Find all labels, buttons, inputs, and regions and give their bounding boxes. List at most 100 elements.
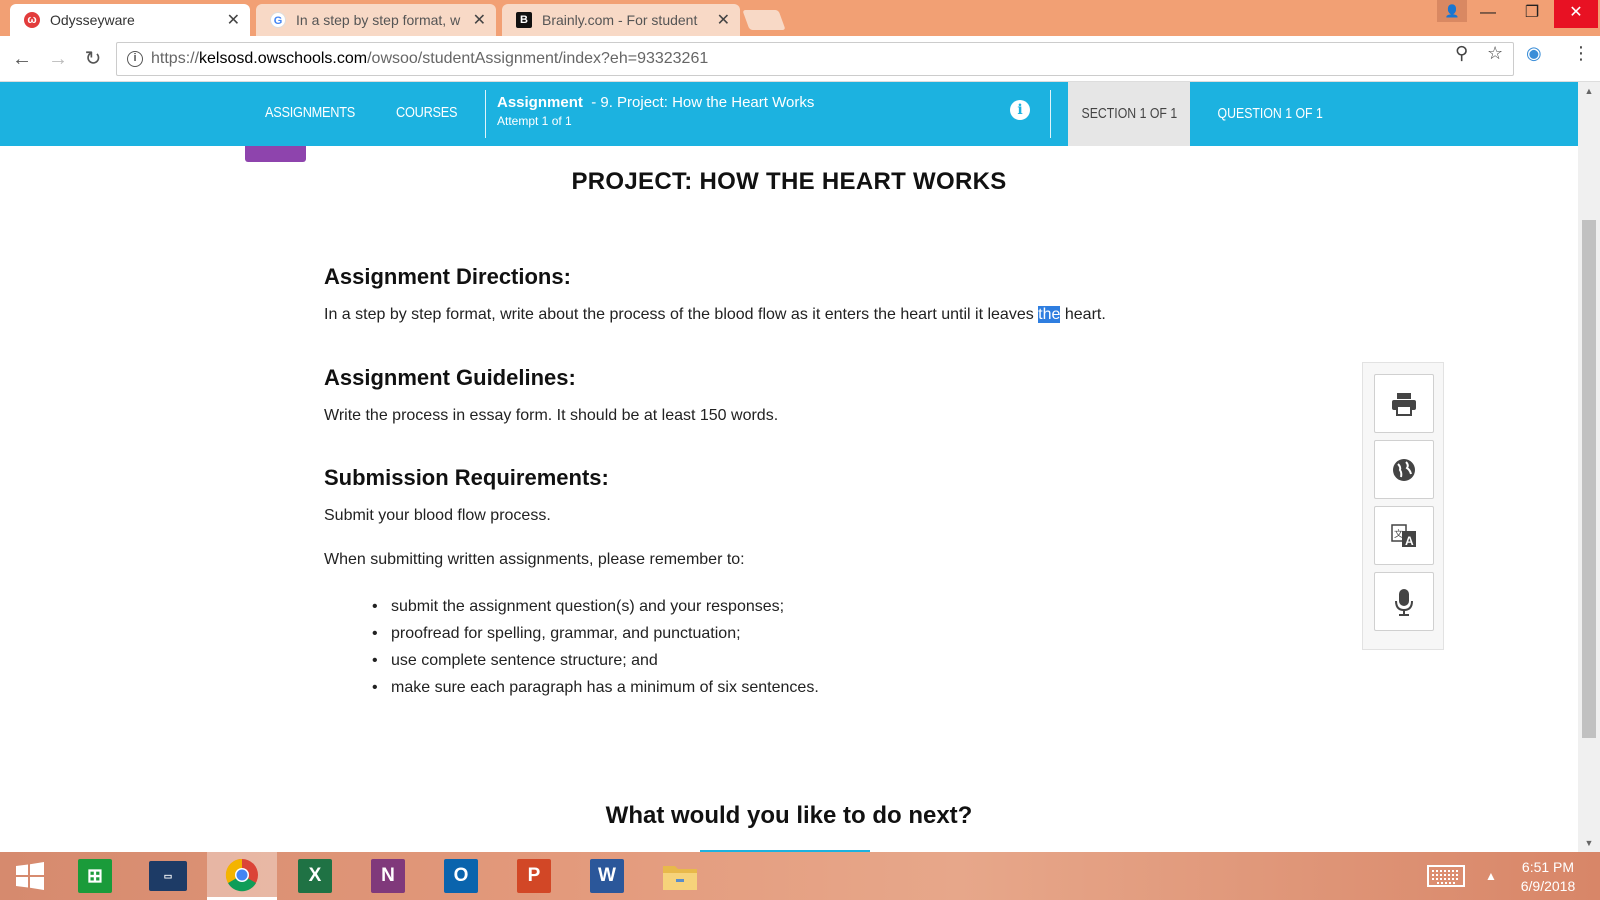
taskbar-clock[interactable]: 6:51 PM 6/9/2018 bbox=[1508, 858, 1588, 896]
guidelines-text: Write the process in essay form. It shou… bbox=[324, 407, 779, 424]
tab-title: Brainly.com - For student bbox=[542, 12, 698, 28]
translate-button[interactable]: A 文 bbox=[1374, 506, 1434, 565]
tab-brainly[interactable]: B Brainly.com - For student ✕ bbox=[502, 4, 740, 36]
assignment-title: Assignment - 9. Project: How the Heart W… bbox=[497, 94, 814, 111]
selected-text: the bbox=[1038, 306, 1061, 323]
scroll-down-icon[interactable]: ▼ bbox=[1578, 834, 1600, 852]
close-tab-icon[interactable]: ✕ bbox=[227, 10, 240, 30]
tab-title: In a step by step format, w bbox=[296, 12, 461, 28]
touch-keyboard-button[interactable] bbox=[1418, 852, 1474, 900]
url-input[interactable]: i https://kelsosd.owschools.com/owsoo/st… bbox=[116, 42, 1514, 76]
zoom-icon[interactable]: ⚲ bbox=[1455, 43, 1468, 64]
lenovo-icon: ▭ bbox=[149, 861, 187, 891]
submission-heading: Submission Requirements: bbox=[324, 465, 609, 490]
attempt-text: Attempt 1 of 1 bbox=[497, 114, 572, 128]
directions-text: In a step by step format, write about th… bbox=[324, 306, 1106, 323]
purple-tab-button[interactable] bbox=[245, 146, 306, 162]
tab-odysseyware[interactable]: ω Odysseyware ✕ bbox=[10, 4, 250, 36]
globe-button[interactable] bbox=[1374, 440, 1434, 499]
reload-icon[interactable]: ↻ bbox=[80, 46, 106, 72]
guidelines-heading: Assignment Guidelines: bbox=[324, 365, 576, 390]
scroll-up-icon[interactable]: ▲ bbox=[1578, 82, 1600, 100]
tool-panel: A 文 bbox=[1362, 362, 1444, 650]
taskbar-store[interactable]: ⊞ bbox=[60, 852, 130, 900]
restore-icon[interactable]: ❐ bbox=[1510, 0, 1554, 28]
section-indicator[interactable]: SECTION 1 OF 1 bbox=[1068, 82, 1190, 146]
bookmark-star-icon[interactable]: ☆ bbox=[1487, 43, 1503, 64]
directions-heading: Assignment Directions: bbox=[324, 264, 571, 289]
minimize-icon[interactable]: — bbox=[1466, 0, 1510, 28]
url-domain: kelsosd.owschools.com bbox=[199, 50, 368, 67]
close-tab-icon[interactable]: ✕ bbox=[473, 10, 486, 30]
nav-assignments[interactable]: ASSIGNMENTS bbox=[265, 104, 355, 121]
close-tab-icon[interactable]: ✕ bbox=[717, 10, 730, 30]
start-icon bbox=[16, 862, 44, 890]
url-path: /owsoo/studentAssignment/index?eh=933232… bbox=[367, 50, 709, 67]
assignment-content: PROJECT: HOW THE HEART WORKS Assignment … bbox=[0, 146, 1578, 852]
brainly-favicon-icon: B bbox=[516, 12, 532, 28]
tray-expand-icon[interactable]: ▲ bbox=[1474, 852, 1508, 900]
onenote-icon: N bbox=[371, 859, 405, 893]
browser-tab-strip: ω Odysseyware ✕ G In a step by step form… bbox=[0, 0, 1600, 36]
header-divider bbox=[1050, 90, 1051, 138]
excel-icon: X bbox=[298, 859, 332, 893]
taskbar-lenovo[interactable]: ▭ bbox=[133, 852, 203, 900]
microphone-button[interactable] bbox=[1374, 572, 1434, 631]
browser-menu-icon[interactable]: ⋮ bbox=[1572, 43, 1590, 64]
address-toolbar: ← → ↻ i https://kelsosd.owschools.com/ow… bbox=[0, 36, 1600, 82]
question-indicator[interactable]: QUESTION 1 OF 1 bbox=[1206, 82, 1346, 146]
taskbar-outlook[interactable]: O bbox=[426, 852, 496, 900]
extension-icon[interactable]: ◉ bbox=[1526, 43, 1542, 64]
taskbar-onenote[interactable]: N bbox=[353, 852, 423, 900]
file-explorer-icon bbox=[663, 866, 697, 890]
list-item: use complete sentence structure; and bbox=[372, 652, 819, 679]
taskbar-chrome[interactable] bbox=[207, 852, 277, 900]
clock-date: 6/9/2018 bbox=[1520, 878, 1576, 894]
taskbar-file-explorer[interactable] bbox=[645, 852, 715, 900]
microphone-icon bbox=[1395, 588, 1413, 616]
nav-courses[interactable]: COURSES bbox=[396, 104, 458, 121]
url-prefix: https:// bbox=[151, 50, 200, 67]
next-steps-heading: What would you like to do next? bbox=[605, 802, 973, 829]
header-divider bbox=[485, 90, 486, 138]
vertical-scrollbar[interactable]: ▲ ▼ bbox=[1578, 82, 1600, 852]
site-info-icon[interactable]: i bbox=[127, 51, 143, 67]
windows-taskbar: ⊞ ▭ X N O P W ▲ 6:51 PM 6/9/2018 bbox=[0, 852, 1600, 900]
globe-icon bbox=[1393, 458, 1415, 481]
list-item: make sure each paragraph has a minimum o… bbox=[372, 679, 819, 706]
store-icon: ⊞ bbox=[78, 859, 112, 893]
keyboard-icon bbox=[1427, 865, 1465, 887]
window-close-icon[interactable]: ✕ bbox=[1554, 0, 1598, 28]
forward-arrow-icon[interactable]: → bbox=[45, 46, 71, 72]
print-icon bbox=[1392, 392, 1416, 416]
reminder-list: submit the assignment question(s) and yo… bbox=[372, 598, 819, 706]
google-favicon-icon: G bbox=[270, 12, 286, 28]
reminder-intro: When submitting written assignments, ple… bbox=[324, 551, 745, 568]
svg-text:文: 文 bbox=[1394, 528, 1403, 540]
app-header: ASSIGNMENTS COURSES Assignment - 9. Proj… bbox=[0, 82, 1600, 146]
outlook-icon: O bbox=[444, 859, 478, 893]
print-button[interactable] bbox=[1374, 374, 1434, 433]
profile-icon[interactable]: 👤 bbox=[1437, 0, 1467, 22]
assignment-name: - 9. Project: How the Heart Works bbox=[591, 94, 815, 111]
start-button[interactable] bbox=[0, 852, 60, 900]
word-icon: W bbox=[590, 859, 624, 893]
odysseyware-favicon-icon: ω bbox=[24, 12, 40, 28]
assignment-label: Assignment bbox=[497, 94, 583, 111]
new-tab-button[interactable] bbox=[742, 10, 786, 30]
info-icon[interactable]: i bbox=[1010, 100, 1030, 120]
scroll-thumb[interactable] bbox=[1582, 220, 1596, 738]
taskbar-powerpoint[interactable]: P bbox=[499, 852, 569, 900]
tab-title: Odysseyware bbox=[50, 12, 135, 28]
powerpoint-icon: P bbox=[517, 859, 551, 893]
back-arrow-icon[interactable]: ← bbox=[9, 46, 35, 72]
taskbar-word[interactable]: W bbox=[572, 852, 642, 900]
tab-google-search[interactable]: G In a step by step format, w ✕ bbox=[256, 4, 496, 36]
list-item: submit the assignment question(s) and yo… bbox=[372, 598, 819, 625]
list-item: proofread for spelling, grammar, and pun… bbox=[372, 625, 819, 652]
translate-icon: A 文 bbox=[1391, 523, 1416, 548]
taskbar-excel[interactable]: X bbox=[280, 852, 350, 900]
page-title: PROJECT: HOW THE HEART WORKS bbox=[571, 168, 1007, 195]
clock-time: 6:51 PM bbox=[1521, 859, 1575, 875]
chrome-icon bbox=[225, 858, 258, 891]
